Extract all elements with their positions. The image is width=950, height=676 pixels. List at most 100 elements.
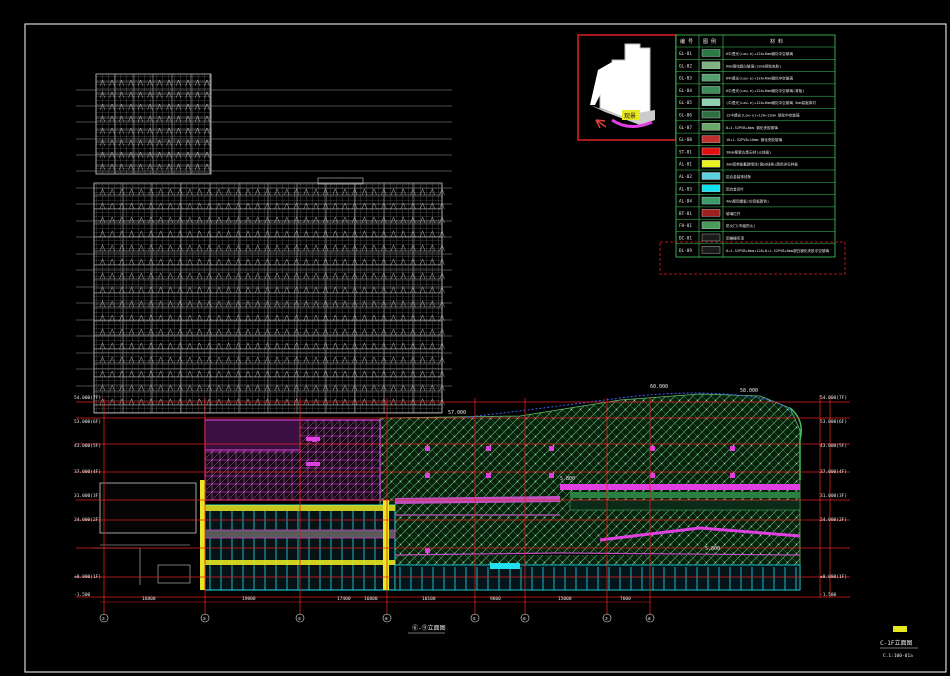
inner-dim-1: 5.800 (560, 476, 575, 482)
legend-code: ST-01 (679, 149, 692, 155)
legend-swatch (701, 184, 721, 193)
legend-swatch (701, 86, 721, 94)
axis-label: ② (203, 616, 207, 621)
legend-desc: 6中透光(Low-e)+12A+6mm钢化中空玻璃 (726, 51, 793, 56)
elevation-levels-right: 54.000(7F) 53.000(6F) 43.000(5F) 37.000(4F)… (820, 395, 847, 598)
legend-header-code: 编 号 (680, 38, 693, 45)
axis-label: ④ (385, 616, 389, 621)
legend-swatch (701, 61, 721, 69)
legend-swatch (701, 98, 721, 106)
level-right-label: 31.000(3F) (820, 493, 847, 499)
level-right-label: 54.000(7F) (820, 395, 847, 401)
level-right-label: 24.000(2F) (820, 517, 847, 523)
legend-swatch (701, 49, 721, 57)
key-plan: 观景 (577, 34, 677, 141)
legend-desc: 10+1.52PVB+10mm 钢化夹胶玻璃 (726, 137, 783, 142)
level-left-label: 37.000(4F) (74, 469, 101, 475)
legend-swatch (701, 135, 721, 143)
bay-dim-label: 10100 (422, 596, 436, 602)
bay-dim-label: 17400 (337, 596, 351, 602)
level-right-label: ±0.000(1F) (820, 574, 847, 580)
bay-dim-label: 16800 (142, 596, 156, 602)
legend-desc: 防火门(甲级防火) (726, 223, 755, 228)
legend-swatch (701, 123, 721, 131)
level-left-label: 53.000(6F) (74, 419, 101, 425)
legend-desc: 铝合金百叶 (726, 186, 744, 191)
level-left-label: 31.000(3F) (74, 493, 101, 499)
elevation-drawing: 54.000(7F) 53.000(6F) 43.000(5F) 37.000(4F)… (24, 23, 947, 673)
top-dim-c: 57.000 (448, 410, 466, 416)
legend-desc: 6中透光(Low-e)+12A+6mm钢化中空玻璃(背板) (726, 88, 804, 93)
legend-desc: 8+1.52PVB+8mm 钢化夹胶玻璃 (726, 125, 778, 130)
top-dim-a: 60.000 (650, 384, 668, 390)
legend-swatch (701, 209, 721, 217)
legend-code: DL-09 (679, 248, 692, 254)
level-left-label: 54.000(7F) (74, 395, 101, 401)
legend-code: AL-02 (679, 174, 692, 180)
axis-label: ⑤ (473, 616, 477, 621)
legend-code: AL-04 (679, 199, 692, 205)
legend-swatch (701, 110, 721, 119)
legend-code: DC-01 (679, 236, 692, 242)
sheet-scale: C.1:100-01a (883, 653, 913, 659)
legend-swatch (701, 159, 721, 168)
legend-swatch (701, 196, 721, 205)
bay-dim-label: 9600 (490, 596, 501, 602)
legend-desc: 玻璃栏杆 (726, 211, 741, 216)
level-right-label: 37.000(4F) (820, 469, 847, 475)
level-right-label: 53.000(6F) (820, 419, 847, 425)
legend-swatch (701, 233, 721, 242)
legend-code: GL-02 (679, 63, 692, 69)
legend-code: GL-08 (679, 137, 692, 143)
keyplan-label: 观景 (624, 113, 636, 120)
level-left-label: -1.500 (74, 592, 91, 598)
legend-code: GL-05 (679, 100, 692, 106)
legend-code: GL-06 (679, 113, 692, 119)
legend-desc: 铝格栅吊顶 (726, 236, 744, 241)
legend-code: FH-01 (679, 223, 692, 229)
legend-desc: 8+1.52PVB+8mm+12A+8+1.52PVB+8mm超白钢化夹胶中空玻… (726, 248, 829, 253)
legend-code: GL-01 (679, 51, 692, 57)
axis-label: ⑦ (605, 616, 609, 621)
level-right-label: 43.000(5F) (820, 443, 847, 449)
legend-code: AL-03 (679, 186, 692, 192)
legend-header-desc: 材 料 (770, 38, 783, 45)
level-right-label: -1.500 (820, 592, 837, 598)
legend-desc: 6中透光(Low-e)+12A+6mm钢化中空玻璃 (726, 76, 793, 81)
sheet-stamp: C-1F立面图 C.1:100-01a (880, 626, 918, 659)
legend-swatch (701, 147, 721, 156)
inner-dim-2: 5.800 (705, 546, 720, 552)
axis-label: ⑥ (523, 616, 527, 621)
legend-desc: 3mm铝单板氟碳喷涂(竖向线条)颜色详见样板 (726, 162, 798, 167)
legend-code: AL-01 (679, 162, 692, 168)
grid-axes: ① ② ③ ④ ⑤ ⑥ ⑦ ⑧ (99, 613, 655, 623)
legend-code: GL-07 (679, 125, 692, 131)
cad-canvas: 54.000(7F) 53.000(6F) 43.000(5F) 37.000(4F)… (0, 0, 950, 676)
legend-desc: 铝合金装饰线条 (726, 174, 752, 179)
legend-code: BT-01 (679, 211, 692, 217)
legend-desc: (中透光)Low-e)+12A+6mm钢化中空玻璃 5mm铝板背衬 (726, 100, 816, 105)
axis-label: ⑧ (648, 616, 652, 621)
legend-swatch (701, 73, 721, 82)
level-left-label: ±0.000(1F) (74, 574, 101, 580)
legend-swatch (701, 246, 721, 254)
bay-dim-label: 16800 (364, 596, 378, 602)
legend-desc: 30mm厚蒙古黑石材(火烧面) (726, 149, 771, 154)
legend-desc: 6mm钢化超白玻璃(12mm钢化夹胶) (726, 63, 781, 68)
legend-code: GL-04 (679, 88, 692, 94)
legend-desc: 12中透光(Low-e)+12A+12mm 钢化中空玻璃 (726, 113, 800, 118)
legend-desc: 4mm厚铝塑板(仿铝板颜色) (726, 199, 769, 204)
axis-label: ① (102, 616, 106, 621)
podium (200, 392, 802, 591)
axis-label: ③ (298, 616, 302, 621)
legend-code: GL-03 (679, 76, 692, 82)
bay-dim-label: 19800 (242, 596, 256, 602)
bay-dim-label: 15000 (558, 596, 572, 602)
legend-table: GL-01 6中透光(Low-e)+12A+6mm钢化中空玻璃 GL-02 6mm钢化… (659, 34, 846, 275)
drawing-title: ⑥-⑨立面图 (412, 624, 446, 632)
sheet-title: C-1F立面图 (880, 639, 912, 647)
elevation-levels-left: 54.000(7F) 53.000(6F) 43.000(5F) 37.000(4F)… (74, 395, 101, 598)
level-left-label: 43.000(5F) (74, 443, 101, 449)
legend-swatch (701, 221, 721, 229)
bay-dim-label: 7600 (620, 596, 631, 602)
